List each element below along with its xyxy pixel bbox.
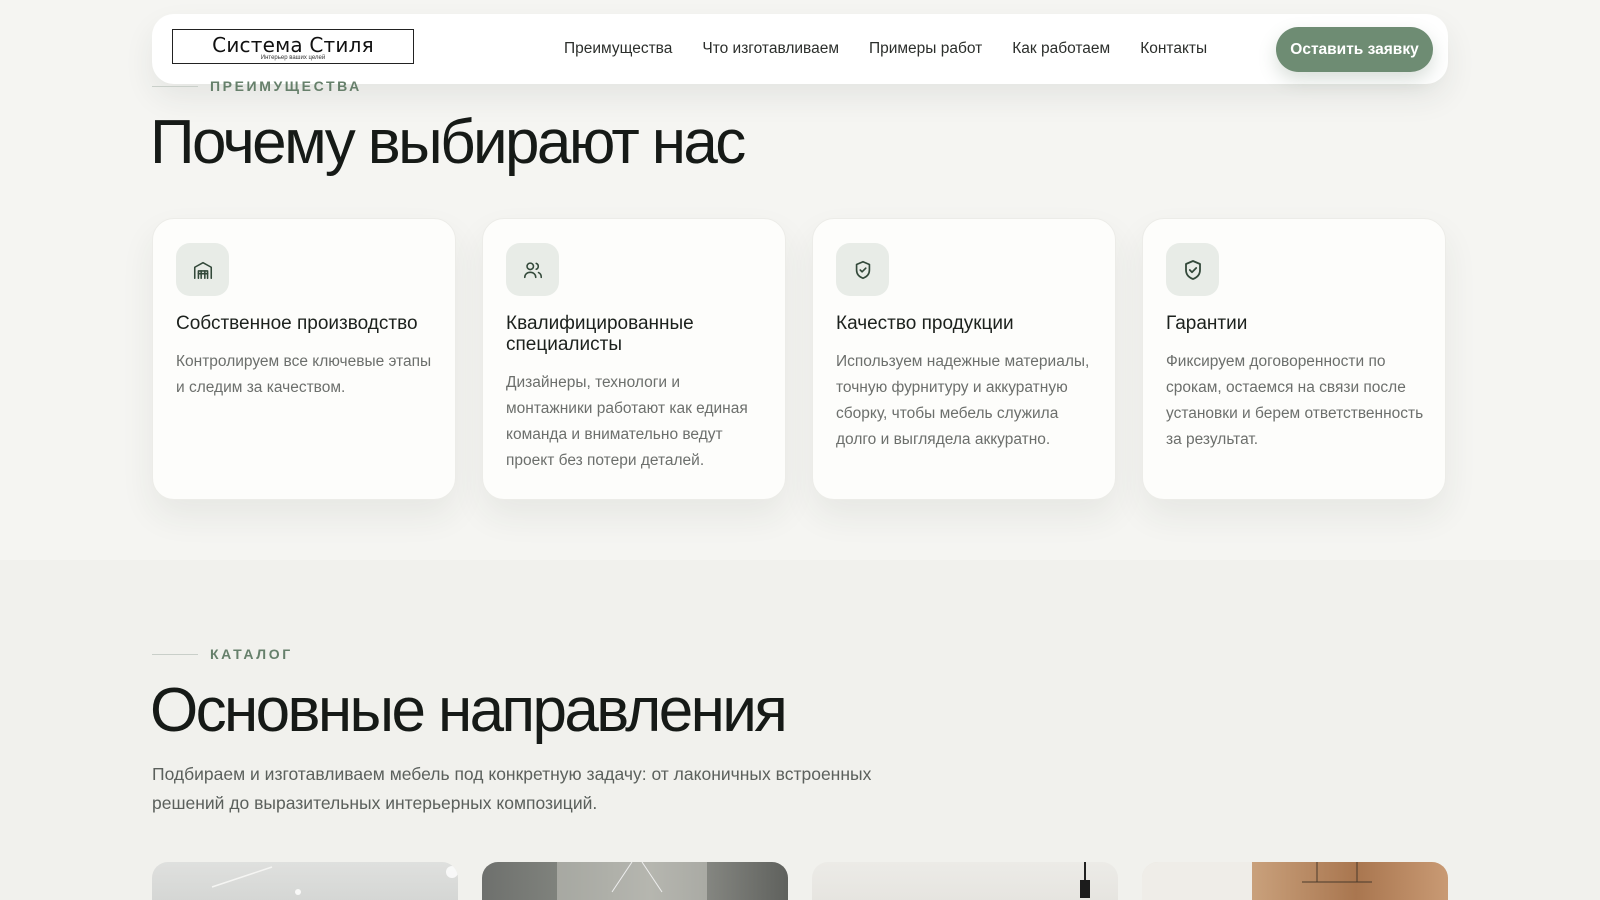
card-text: Используем надежные материалы, точную фу… [836, 353, 1090, 448]
advantages-cards: Собственное производство Контролируем вс… [152, 218, 1448, 500]
logo-title: Система Стиля [212, 33, 374, 57]
catalog-eyebrow: Каталог [152, 646, 293, 662]
main-nav: Преимущества Что изготавливаем Примеры р… [564, 14, 1237, 84]
eyebrow-text: Преимущества [210, 78, 362, 94]
advantage-card: Квалифицированные специалисты Дизайнеры,… [482, 218, 786, 500]
catalog-lead: Подбираем и изготавливаем мебель под кон… [152, 764, 872, 813]
catalog-heading: Основные направления [150, 676, 788, 745]
site-header: Система Стиля Интерьер ваших целей Преим… [152, 14, 1448, 84]
nav-link-portfolio[interactable]: Примеры работ [869, 40, 982, 58]
catalog-card-image[interactable] [812, 862, 1118, 900]
logo[interactable]: Система Стиля Интерьер ваших целей [172, 29, 414, 64]
nav-link-process[interactable]: Как работаем [1012, 40, 1110, 58]
card-title: Гарантии [1166, 313, 1248, 334]
catalog-card-image[interactable] [482, 862, 788, 900]
logo-tagline: Интерьер ваших целей [260, 55, 326, 61]
card-title: Качество продукции [836, 313, 1014, 334]
eyebrow-line [152, 653, 198, 655]
shield-check-icon [1166, 243, 1219, 296]
card-text: Контролируем все ключевые этапы и следим… [176, 353, 432, 396]
users-icon [506, 243, 559, 296]
catalog-card-image[interactable] [1142, 862, 1448, 900]
card-title: Квалифицированные специалисты [506, 313, 694, 355]
card-text: Фиксируем договоренности по срокам, оста… [1166, 353, 1424, 448]
nav-link-contacts[interactable]: Контакты [1140, 40, 1207, 58]
request-button[interactable]: Оставить заявку [1276, 27, 1433, 72]
shield-check-icon [836, 243, 889, 296]
card-title: Собственное производство [176, 313, 418, 334]
nav-link-advantages[interactable]: Преимущества [564, 40, 672, 58]
nav-link-products[interactable]: Что изготавливаем [702, 40, 839, 58]
card-text: Дизайнеры, технологи и монтажники работа… [506, 374, 748, 469]
factory-icon [176, 243, 229, 296]
advantage-card: Гарантии Фиксируем договоренности по сро… [1142, 218, 1446, 500]
advantage-card: Качество продукции Используем надежные м… [812, 218, 1116, 500]
catalog-card-image[interactable] [152, 862, 458, 900]
advantage-card: Собственное производство Контролируем вс… [152, 218, 456, 500]
advantages-eyebrow: Преимущества [152, 78, 362, 94]
advantages-heading: Почему выбирают нас [150, 108, 746, 177]
eyebrow-line [152, 85, 198, 87]
eyebrow-text: Каталог [210, 646, 293, 662]
